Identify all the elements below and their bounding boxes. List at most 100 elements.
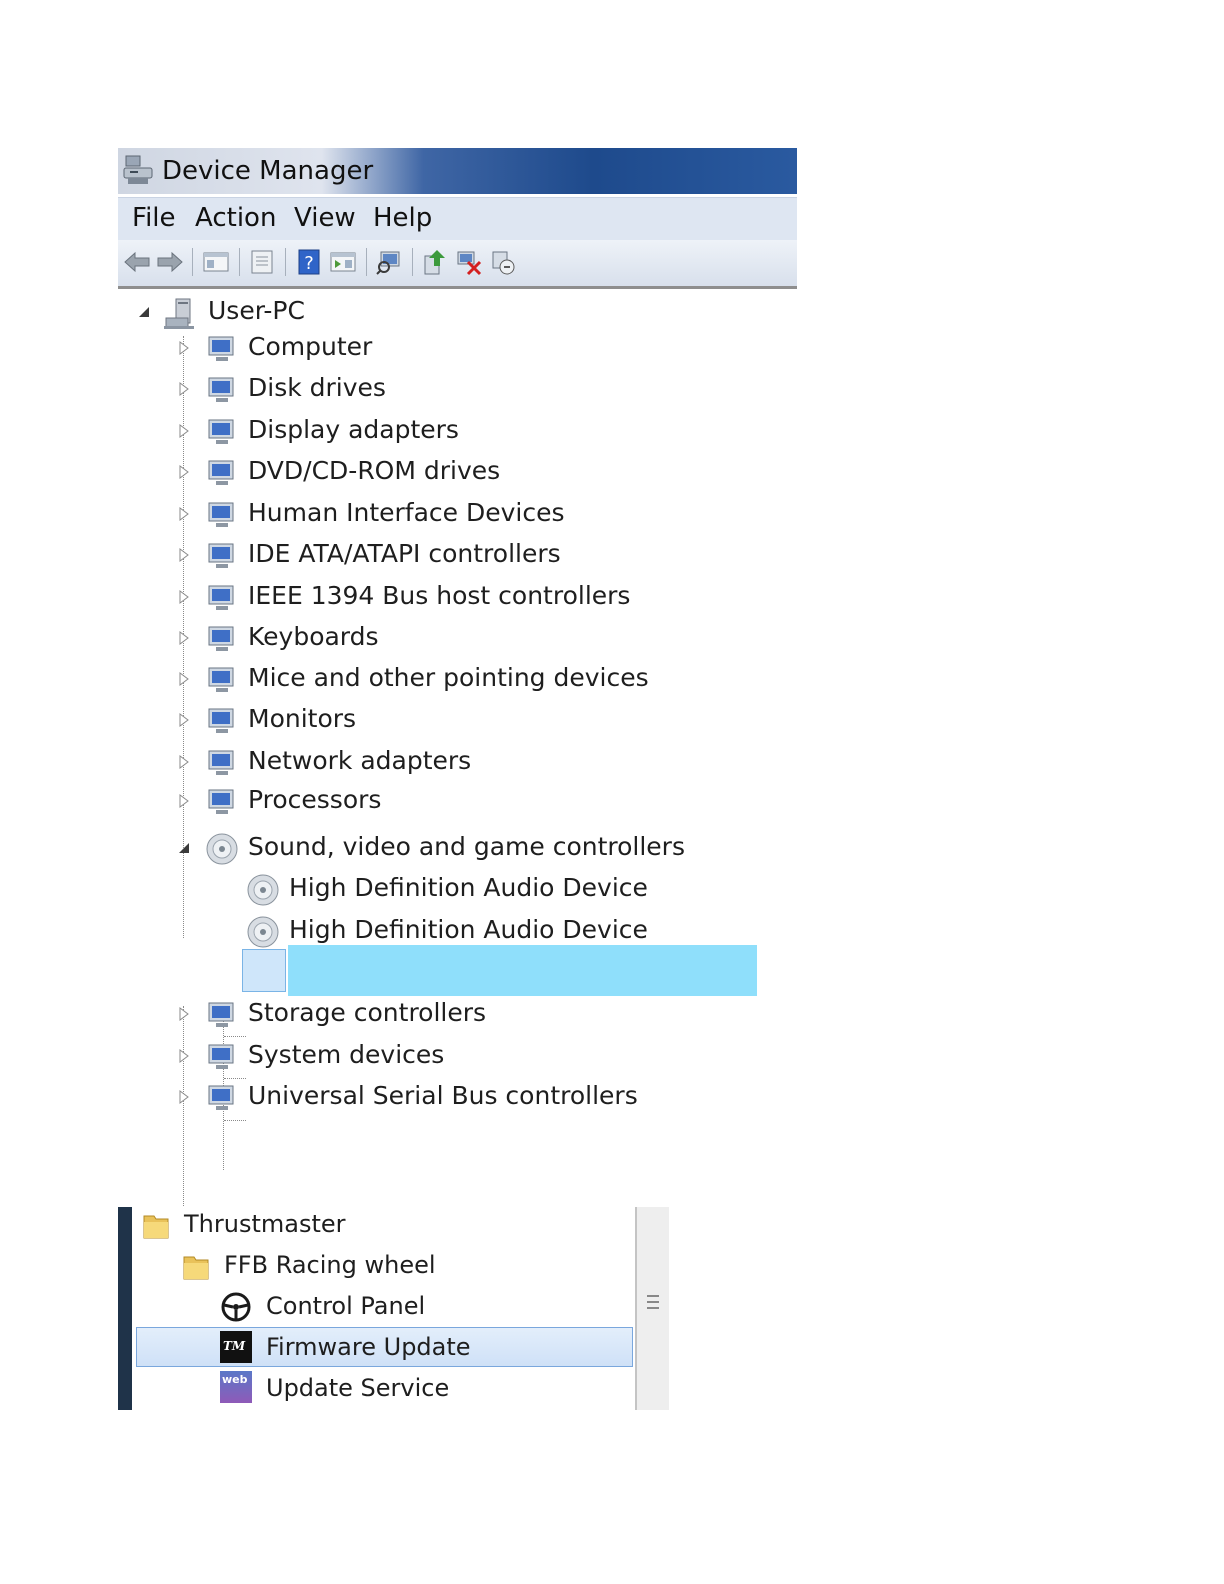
tree-item-monitors[interactable]: Monitors xyxy=(248,704,356,733)
expand-arrow-icon[interactable] xyxy=(178,630,190,646)
start-menu-left-edge xyxy=(118,1207,132,1410)
tree-item-universal-serial-bus-controllers[interactable]: Universal Serial Bus controllers xyxy=(248,1081,638,1110)
tree-item-dvd-cd-rom-drives[interactable]: DVD/CD-ROM drives xyxy=(248,456,500,485)
show-hide-console-tree-icon[interactable] xyxy=(202,248,230,276)
computer-icon xyxy=(208,336,234,361)
keyboard-icon xyxy=(208,626,234,651)
properties-icon[interactable] xyxy=(248,248,276,276)
tree-connector-line xyxy=(224,1120,246,1121)
tree-item-network-adapters[interactable]: Network adapters xyxy=(248,746,471,775)
menu-file[interactable]: File xyxy=(132,203,176,233)
tree-item-storage-controllers[interactable]: Storage controllers xyxy=(248,998,486,1027)
start-menu-fragment: Thrustmaster FFB Racing wheel Control Pa… xyxy=(118,1207,669,1410)
monitor-icon xyxy=(208,708,234,733)
tm-logo-text: TM xyxy=(223,1339,246,1353)
disable-device-icon[interactable] xyxy=(489,248,517,276)
collapse-arrow-icon[interactable] xyxy=(178,840,190,856)
tree-item-keyboards[interactable]: Keyboards xyxy=(248,622,379,651)
device-manager-window: Device Manager File Action View Help ? U… xyxy=(118,148,797,1228)
folder-ffb-racing-wheel[interactable]: FFB Racing wheel xyxy=(224,1251,436,1279)
menu-bar: File Action View Help xyxy=(118,197,797,240)
toolbar: ? xyxy=(118,240,797,289)
tree-connector-line xyxy=(183,1006,184,1228)
start-menu-scrollbar[interactable] xyxy=(635,1207,669,1410)
folder-icon xyxy=(143,1215,169,1239)
folder-thrustmaster[interactable]: Thrustmaster xyxy=(184,1210,346,1238)
hid-icon xyxy=(208,502,234,527)
web-update-icon: web xyxy=(220,1371,252,1403)
expand-arrow-icon[interactable] xyxy=(178,340,190,356)
toolbar-separator xyxy=(366,248,367,276)
expand-arrow-icon[interactable] xyxy=(178,506,190,522)
tree-item-disk-drives[interactable]: Disk drives xyxy=(248,373,386,402)
toolbar-separator xyxy=(412,248,413,276)
sound-device-item[interactable]: High Definition Audio Device xyxy=(289,915,648,944)
tree-item-display-adapters[interactable]: Display adapters xyxy=(248,415,459,444)
tree-item-ide-ata-atapi-controllers[interactable]: IDE ATA/ATAPI controllers xyxy=(248,539,561,568)
tree-root-label[interactable]: User-PC xyxy=(208,296,305,325)
menu-help[interactable]: Help xyxy=(373,203,432,233)
folder-icon xyxy=(183,1256,209,1280)
forward-arrow-icon[interactable] xyxy=(156,248,184,276)
network-adapter-icon xyxy=(208,750,234,775)
tree-item-ieee-1394-bus-host-controllers[interactable]: IEEE 1394 Bus host controllers xyxy=(248,581,630,610)
toolbar-separator xyxy=(239,248,240,276)
speaker-icon xyxy=(247,916,279,948)
expand-arrow-icon[interactable] xyxy=(178,793,190,809)
uninstall-device-icon[interactable] xyxy=(455,248,483,276)
steering-wheel-icon xyxy=(221,1292,251,1322)
usb-icon xyxy=(208,1085,234,1110)
expand-arrow-icon[interactable] xyxy=(178,1089,190,1105)
expand-arrow-icon[interactable] xyxy=(178,1006,190,1022)
speaker-icon xyxy=(247,874,279,906)
tree-item-human-interface-devices[interactable]: Human Interface Devices xyxy=(248,498,565,527)
toolbar-separator xyxy=(285,248,286,276)
system-devices-icon xyxy=(208,1044,234,1069)
processor-icon xyxy=(208,789,234,814)
storage-controller-icon xyxy=(208,1002,234,1027)
menu-action[interactable]: Action xyxy=(195,203,276,233)
expand-arrow-icon[interactable] xyxy=(178,547,190,563)
selected-device-highlight[interactable] xyxy=(288,945,757,996)
collapse-root-icon[interactable] xyxy=(138,304,150,320)
expand-arrow-icon[interactable] xyxy=(178,423,190,439)
tree-item-computer[interactable]: Computer xyxy=(248,332,372,361)
expand-arrow-icon[interactable] xyxy=(178,464,190,480)
action-pane-icon[interactable] xyxy=(329,248,357,276)
tree-item-mice-and-other-pointing-devices[interactable]: Mice and other pointing devices xyxy=(248,663,649,692)
back-arrow-icon[interactable] xyxy=(123,248,151,276)
window-title: Device Manager xyxy=(162,156,374,186)
update-driver-icon[interactable] xyxy=(421,248,449,276)
tree-connector-line xyxy=(224,1078,246,1079)
device-manager-icon xyxy=(123,155,153,184)
expand-arrow-icon[interactable] xyxy=(178,712,190,728)
expand-arrow-icon[interactable] xyxy=(178,1048,190,1064)
scan-hardware-icon[interactable] xyxy=(375,248,403,276)
tree-item-processors[interactable]: Processors xyxy=(248,785,381,814)
help-icon[interactable]: ? xyxy=(295,248,323,276)
scrollbar-grip-icon[interactable] xyxy=(647,1295,659,1309)
tm-logo-icon: TM xyxy=(220,1331,252,1363)
expand-arrow-icon[interactable] xyxy=(178,671,190,687)
expand-arrow-icon[interactable] xyxy=(178,754,190,770)
menu-item-firmware-update[interactable]: Firmware Update xyxy=(266,1333,471,1361)
computer-tower-icon xyxy=(164,298,194,329)
tree-item-sound-video-and-game-controllers[interactable]: Sound, video and game controllers xyxy=(248,832,685,861)
expand-arrow-icon[interactable] xyxy=(178,589,190,605)
selected-device-icon-frame xyxy=(242,949,286,992)
title-bar[interactable]: Device Manager xyxy=(118,148,797,194)
tree-item-system-devices[interactable]: System devices xyxy=(248,1040,444,1069)
tree-connector-line xyxy=(224,1036,246,1037)
menu-view[interactable]: View xyxy=(294,203,356,233)
speaker-icon xyxy=(206,833,238,865)
ide-controller-icon xyxy=(208,543,234,568)
web-icon-text: web xyxy=(222,1373,248,1386)
menu-item-update-service[interactable]: Update Service xyxy=(266,1374,449,1402)
display-adapter-icon xyxy=(208,419,234,444)
toolbar-separator xyxy=(192,248,193,276)
menu-item-control-panel[interactable]: Control Panel xyxy=(266,1292,425,1320)
device-tree: User-PC Computer Disk drives Display adapt… xyxy=(118,288,797,1228)
disk-drive-icon xyxy=(208,377,234,402)
sound-device-item[interactable]: High Definition Audio Device xyxy=(289,873,648,902)
expand-arrow-icon[interactable] xyxy=(178,381,190,397)
